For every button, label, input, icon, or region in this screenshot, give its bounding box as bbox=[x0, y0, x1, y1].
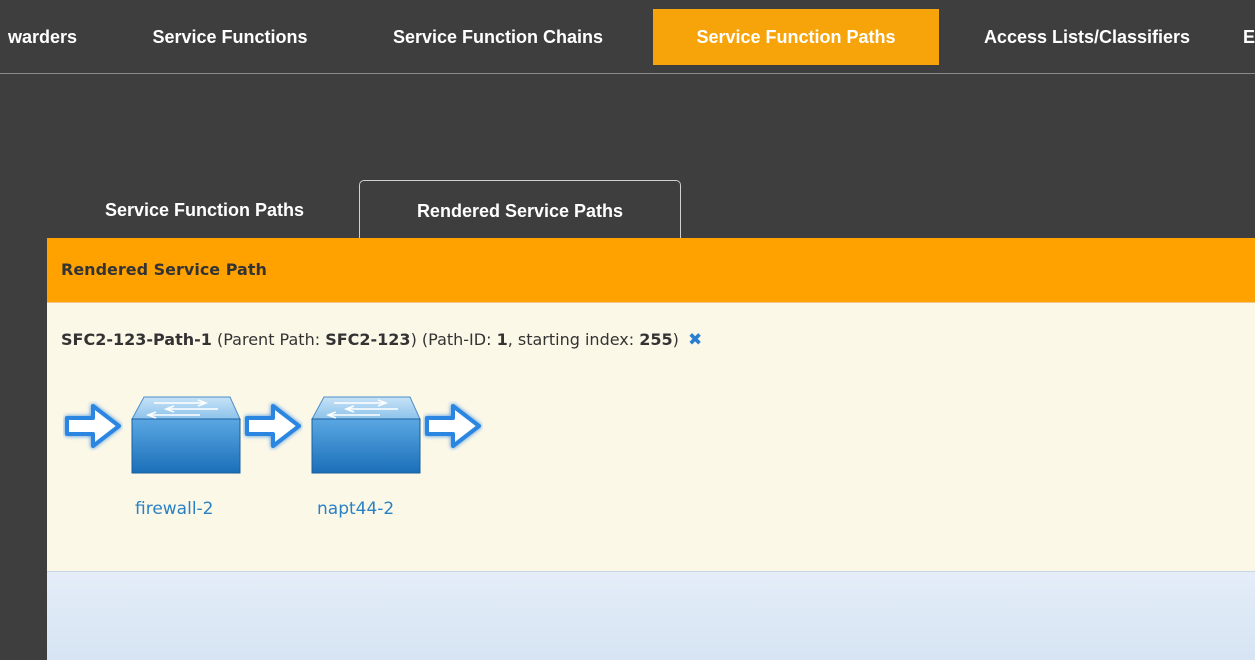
delete-icon[interactable]: ✖ bbox=[688, 330, 702, 350]
rendered-service-path-panel: Rendered Service Path SFC2-123-Path-1 (P… bbox=[47, 238, 1255, 660]
panel-header: Rendered Service Path bbox=[47, 238, 1255, 303]
panel-footer bbox=[47, 571, 1255, 660]
service-function-link[interactable]: napt44-2 bbox=[317, 499, 394, 519]
tab-rendered-service-paths[interactable]: Rendered Service Paths bbox=[359, 180, 681, 238]
path-id-prefix: ) (Path-ID: bbox=[410, 330, 497, 349]
nav-item-service-function-chains[interactable]: Service Function Chains bbox=[352, 9, 644, 65]
starting-index-value: 255 bbox=[639, 330, 673, 349]
panel-title: Rendered Service Path bbox=[61, 260, 267, 279]
nav-item-forwarders[interactable]: warders bbox=[0, 9, 115, 65]
parent-path-name: SFC2-123 bbox=[325, 330, 411, 349]
app-frame: warders Service Functions Service Functi… bbox=[0, 0, 1255, 660]
path-id-value: 1 bbox=[496, 330, 508, 349]
path-name: SFC2-123-Path-1 bbox=[61, 330, 212, 349]
chain-arrow-icon bbox=[245, 404, 301, 448]
egress-arrow-icon bbox=[425, 404, 481, 448]
top-navigation: warders Service Functions Service Functi… bbox=[0, 0, 1255, 74]
ingress-arrow-icon bbox=[65, 404, 121, 448]
nav-item-service-functions[interactable]: Service Functions bbox=[120, 9, 340, 65]
starting-index-prefix: , starting index: bbox=[507, 330, 640, 349]
nav-item-overflow[interactable]: E bbox=[1243, 9, 1255, 65]
nav-item-access-lists[interactable]: Access Lists/Classifiers bbox=[947, 9, 1227, 65]
service-function-link[interactable]: firewall-2 bbox=[135, 499, 214, 519]
service-chain-diagram bbox=[63, 393, 503, 474]
tab-bar: Service Function Paths Rendered Service … bbox=[47, 180, 747, 238]
tab-service-function-paths[interactable]: Service Function Paths bbox=[57, 180, 352, 238]
path-summary: SFC2-123-Path-1 (Parent Path: SFC2-123) … bbox=[61, 330, 702, 350]
nav-item-service-function-paths[interactable]: Service Function Paths bbox=[653, 9, 939, 65]
parent-prefix: (Parent Path: bbox=[211, 330, 326, 349]
switch-icon bbox=[131, 396, 241, 474]
path-suffix: ) bbox=[672, 330, 679, 349]
switch-icon bbox=[311, 396, 421, 474]
